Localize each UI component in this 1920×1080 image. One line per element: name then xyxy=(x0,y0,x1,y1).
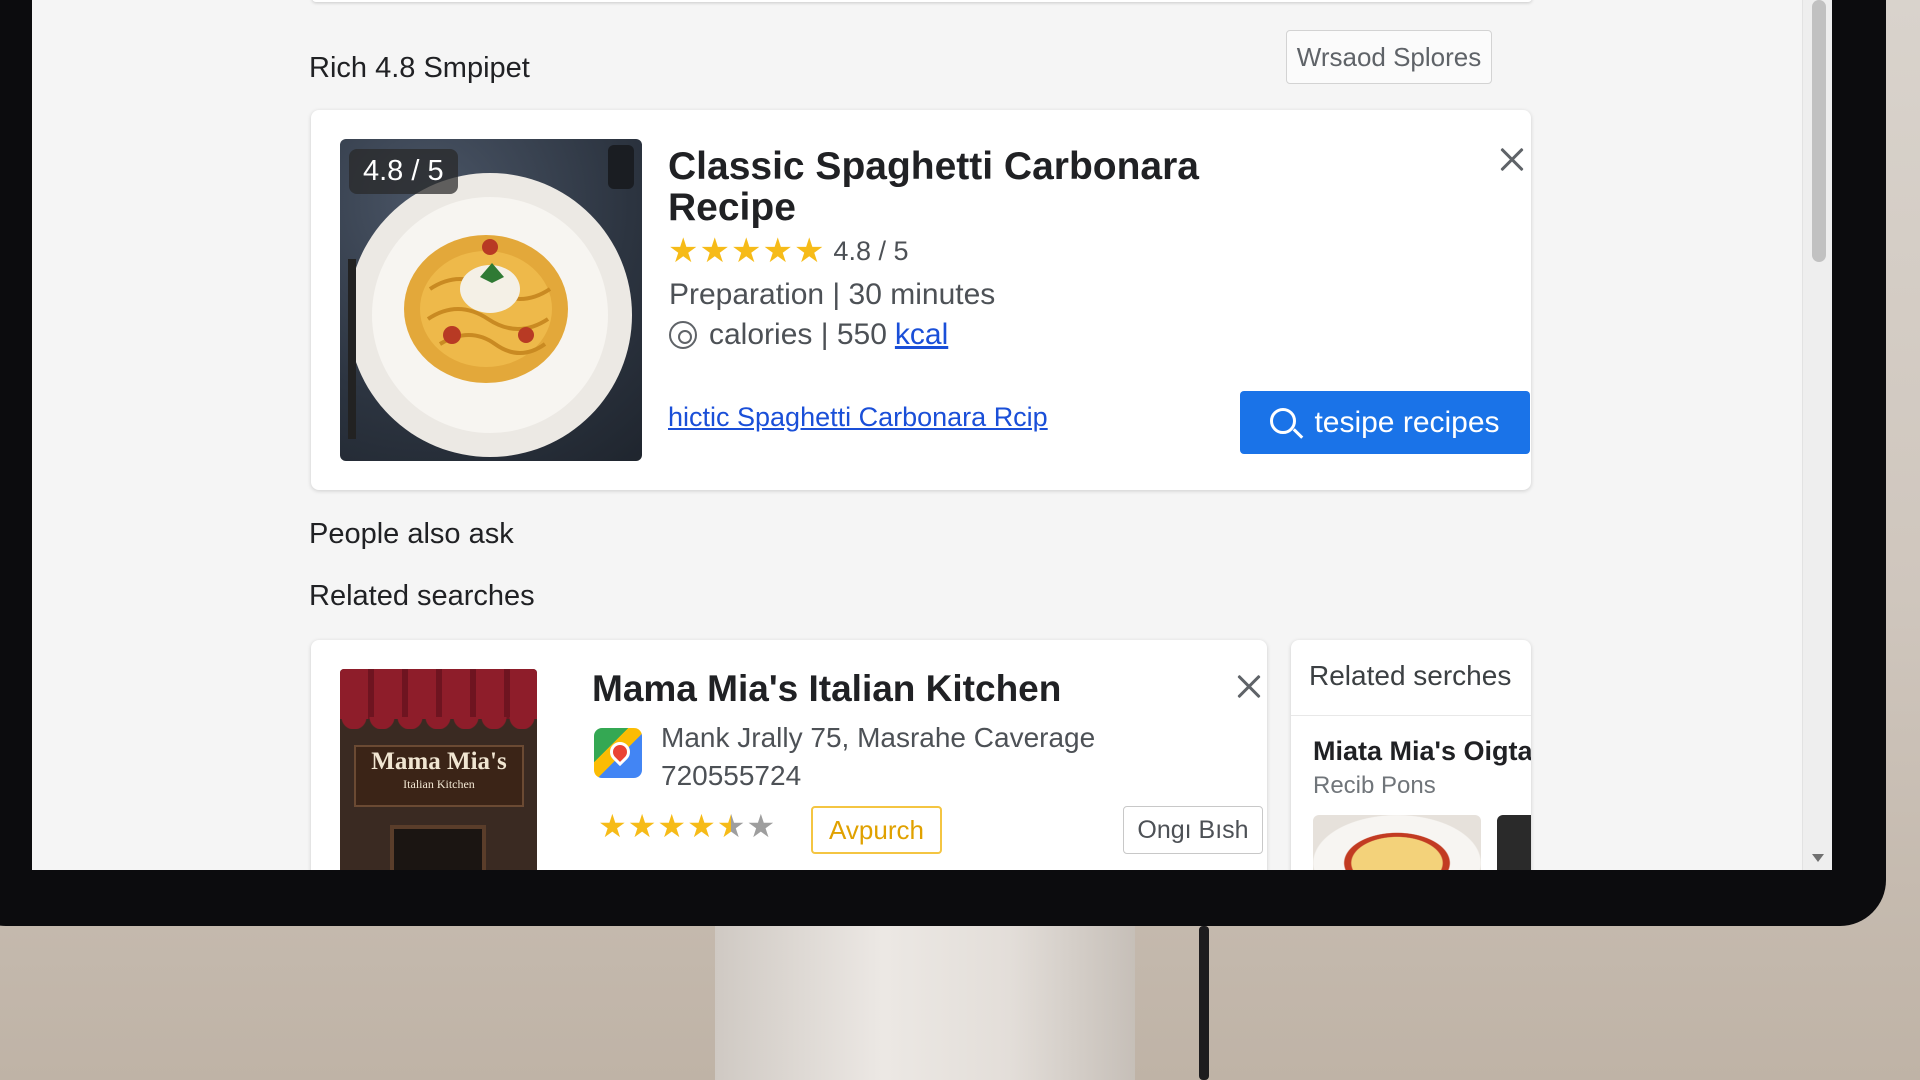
preparation-time: Preparation | 30 minutes xyxy=(669,278,996,311)
header-action-button[interactable]: Wrsaod Splores xyxy=(1286,30,1492,84)
recipe-link[interactable]: hictic Spaghetti Carbonara Rcip xyxy=(668,402,1048,433)
search-icon xyxy=(1270,407,1297,434)
recipe-search-button[interactable]: tesipe recipes xyxy=(1240,391,1530,454)
star-icon: ★ xyxy=(762,232,793,270)
side-panel-header: Related serches xyxy=(1291,640,1531,716)
vertical-scrollbar[interactable] xyxy=(1802,0,1832,870)
star-icon: ★ xyxy=(657,808,687,844)
scrollbar-thumb[interactable] xyxy=(1812,0,1826,262)
restaurant-phone: 720555724 xyxy=(661,760,802,791)
recipe-image[interactable]: 4.8 / 5 xyxy=(340,139,642,461)
recipe-search-button-label: tesipe recipes xyxy=(1314,405,1500,439)
side-item-title[interactable]: Miata Mia's Oigtas xyxy=(1313,736,1531,767)
section-title: Rich 4.8 Smpipet xyxy=(309,52,530,84)
restaurant-secondary-chip[interactable]: Ongı Bısh xyxy=(1123,806,1263,854)
scroll-down-icon[interactable] xyxy=(1812,854,1824,862)
star-icon: ★ xyxy=(687,808,716,844)
restaurant-card: Mama Mia's Italian Kitchen Mama Mia's It… xyxy=(311,640,1267,870)
browser-screen: Rich 4.8 Smpipet Wrsaod Splores 4.8 / 5 xyxy=(32,0,1832,870)
store-sign-main: Mama Mia's xyxy=(371,748,507,775)
restaurant-title[interactable]: Mama Mia's Italian Kitchen xyxy=(592,668,1061,710)
star-icon: ★ xyxy=(793,232,825,270)
related-searches-panel: Related serches Miata Mia's Oigtas Recib… xyxy=(1291,640,1531,870)
store-door xyxy=(390,825,486,870)
star-icon: ★ xyxy=(730,232,762,270)
previous-card-edge xyxy=(312,0,1532,2)
store-sign: Mama Mia's Italian Kitchen xyxy=(354,745,524,807)
rating-badge: 4.8 / 5 xyxy=(349,149,458,194)
star-icon: ★ xyxy=(699,232,730,270)
close-icon[interactable] xyxy=(1233,671,1265,703)
restaurant-address: Mank Jrally 75, Masrahe Caverage xyxy=(661,722,1096,753)
map-pin-icon xyxy=(605,737,635,767)
rating-text: 4.8 / 5 xyxy=(833,235,909,266)
star-icon: ★ xyxy=(627,808,657,844)
restaurant-rating: ★ ★ ★ ★ ★ ★ xyxy=(598,810,776,842)
restaurant-primary-chip[interactable]: Avpurch xyxy=(811,806,942,854)
kcal-link[interactable]: kcal xyxy=(895,318,948,352)
calories-label: calories | 550 xyxy=(709,318,887,351)
recipe-card: 4.8 / 5 Classic Spaghetti Carbonara Reci… xyxy=(311,110,1531,490)
side-item-subtitle: Recib Pons xyxy=(1313,772,1436,799)
calorie-icon xyxy=(669,321,697,349)
awning xyxy=(340,669,537,729)
people-also-ask-heading[interactable]: People also ask xyxy=(309,518,514,551)
recipe-rating: ★ ★ ★ ★ ★ 4.8 / 5 xyxy=(668,234,908,268)
monitor-stand xyxy=(715,926,1135,1080)
star-icon: ★ xyxy=(598,808,627,844)
star-icon: ★ xyxy=(668,232,699,270)
close-icon[interactable] xyxy=(1496,144,1528,176)
side-item-thumbnail[interactable] xyxy=(1313,815,1481,870)
restaurant-image[interactable]: Mama Mia's Italian Kitchen xyxy=(340,669,537,870)
star-empty-icon: ★ xyxy=(746,808,776,844)
maps-icon[interactable] xyxy=(594,728,642,778)
recipe-title[interactable]: Classic Spaghetti Carbonara Recipe xyxy=(668,146,1228,228)
side-item-thumbnail[interactable] xyxy=(1497,815,1531,870)
monitor-cable xyxy=(1199,926,1209,1080)
store-sign-sub: Italian Kitchen xyxy=(403,777,475,791)
calories-line: calories | 550 kcal xyxy=(669,318,948,352)
related-searches-heading: Related searches xyxy=(309,580,535,612)
star-half-icon: ★ xyxy=(716,808,746,844)
